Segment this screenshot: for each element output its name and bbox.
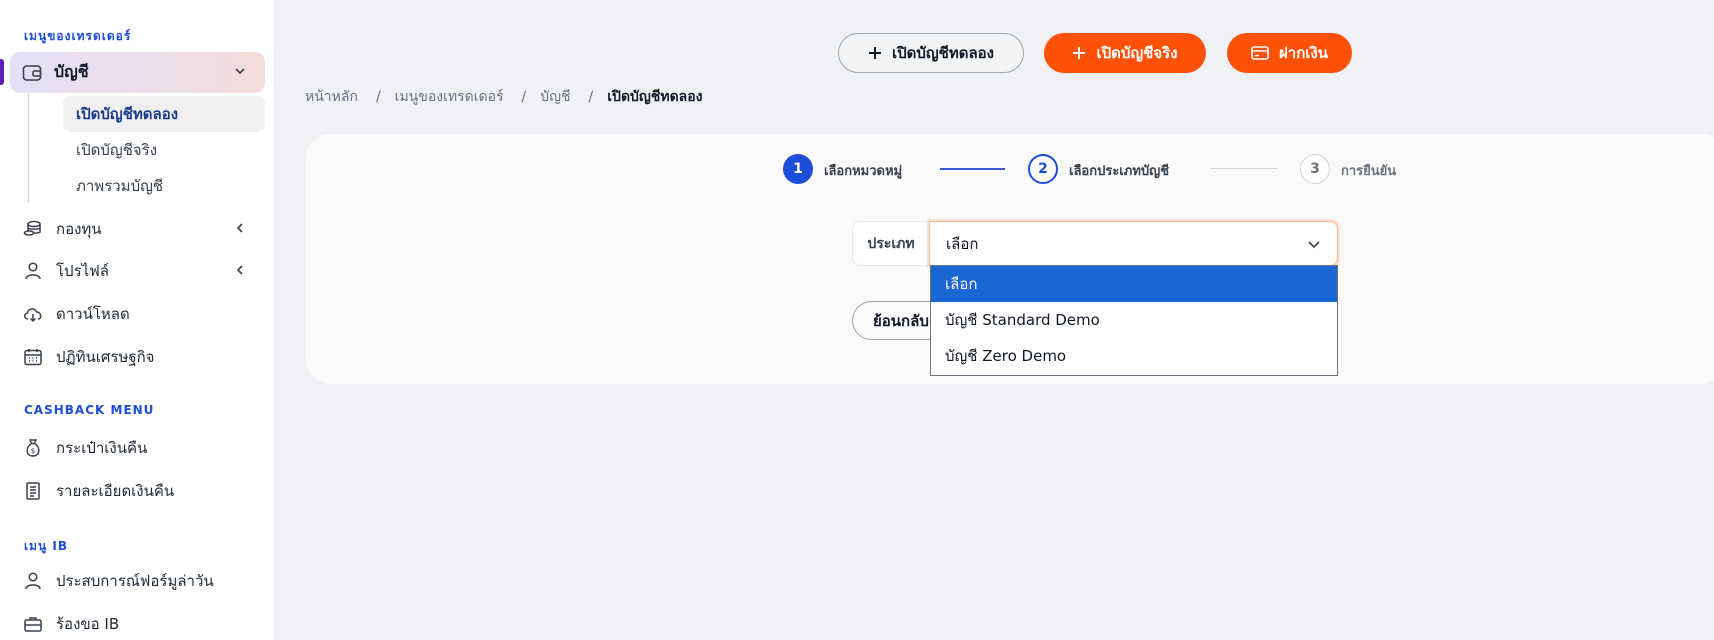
dropdown-option[interactable]: บัญชี Zero Demo (931, 338, 1337, 374)
sidebar-item-profile[interactable]: โปรไฟล์ (22, 255, 267, 287)
chevron-down-icon (1307, 237, 1321, 251)
sidebar-item-label: กองทุน (56, 220, 102, 238)
svg-text:$: $ (31, 447, 35, 455)
sidebar-subitem-open-demo[interactable]: เปิดบัญชีทดลอง (63, 96, 265, 132)
step-1-circle: 1 (783, 154, 813, 184)
sidebar-item-formula-one[interactable]: ประสบการณ์ฟอร์มูล่าวัน (22, 565, 267, 597)
sidebar: เมนูของเทรดเดอร์ บัญชี เปิดบัญชีทดลอง เป… (0, 0, 275, 640)
breadcrumb-home[interactable]: หน้าหลัก (305, 86, 358, 108)
plus-icon (1072, 46, 1086, 60)
cloud-download-icon (22, 303, 44, 325)
money-bag-icon: $ (22, 437, 44, 459)
calendar-icon (22, 346, 44, 368)
step-2-label: เลือกประเภทบัญชี (1069, 164, 1170, 179)
breadcrumb: หน้าหลัก / เมนูของเทรดเดอร์ / บัญชี / เป… (305, 86, 703, 108)
dropdown-option[interactable]: เลือก (931, 266, 1337, 302)
cashback-menu-title: CASHBACK MENU (24, 403, 155, 417)
receipt-icon (22, 480, 44, 502)
breadcrumb-account[interactable]: บัญชี (540, 86, 570, 108)
back-button[interactable]: ย้อนกลับ (852, 301, 942, 340)
step-3-label: การยืนยัน (1341, 164, 1397, 179)
sidebar-item-label: ดาวน์โหลด (56, 305, 130, 323)
coins-icon (22, 218, 44, 240)
deposit-button[interactable]: ฝากเงิน (1227, 33, 1352, 73)
step-3-circle: 3 (1300, 154, 1330, 184)
sidebar-item-cashback-details[interactable]: รายละเอียดเงินคืน (22, 475, 267, 507)
account-type-select[interactable]: เลือก (929, 221, 1338, 266)
sidebar-item-economic-calendar[interactable]: ปฏิทินเศรษฐกิจ (22, 341, 267, 373)
sidebar-subitem-open-real[interactable]: เปิดบัญชีจริง (63, 132, 265, 168)
active-marker (0, 59, 4, 85)
type-label: ประเภท (852, 221, 930, 266)
button-label: เปิดบัญชีจริง (1096, 44, 1178, 62)
chevron-left-icon (233, 221, 247, 235)
trader-menu-title: เมนูของเทรดเดอร์ (24, 29, 132, 43)
briefcase-icon (22, 613, 44, 635)
step-1-label: เลือกหมวดหมู่ (824, 164, 903, 179)
sidebar-item-label: โปรไฟล์ (56, 262, 109, 280)
breadcrumb-trader-menu[interactable]: เมนูของเทรดเดอร์ (395, 86, 504, 108)
account-type-dropdown: เลือก บัญชี Standard Demo บัญชี Zero Dem… (930, 265, 1338, 376)
sidebar-item-cashback-wallet[interactable]: $ กระเป๋าเงินคืน (22, 432, 267, 464)
chevron-down-icon (233, 64, 247, 78)
breadcrumb-separator: / (588, 89, 594, 105)
wallet-icon (22, 64, 42, 82)
dropdown-option[interactable]: บัญชี Standard Demo (931, 302, 1337, 338)
sidebar-item-label: บัญชี (54, 62, 89, 81)
button-label: เปิดบัญชีทดลอง (891, 44, 995, 62)
button-label: ฝากเงิน (1279, 44, 1328, 62)
ib-menu-title: เมนู IB (24, 539, 69, 553)
breadcrumb-separator: / (375, 89, 381, 105)
breadcrumb-current: เปิดบัญชีทดลอง (607, 89, 703, 105)
chevron-left-icon (233, 263, 247, 277)
tree-line (28, 93, 29, 203)
sidebar-item-label: รายละเอียดเงินคืน (56, 482, 175, 500)
sidebar-item-label: กระเป๋าเงินคืน (56, 439, 148, 457)
breadcrumb-separator: / (521, 89, 527, 105)
step-2-circle: 2 (1028, 154, 1058, 184)
select-value: เลือก (946, 234, 979, 253)
sidebar-item-label: ปฏิทินเศรษฐกิจ (56, 348, 155, 366)
user-icon (22, 260, 44, 282)
step-connector (940, 168, 1005, 170)
user-icon (22, 570, 44, 592)
sidebar-item-funds[interactable]: กองทุน (22, 213, 267, 245)
sidebar-item-label: ประสบการณ์ฟอร์มูล่าวัน (56, 572, 214, 590)
step-connector (1210, 168, 1278, 169)
open-real-account-button[interactable]: เปิดบัญชีจริง (1044, 33, 1206, 73)
sidebar-item-download[interactable]: ดาวน์โหลด (22, 298, 267, 330)
sidebar-item-label: ร้องขอ IB (56, 615, 120, 633)
plus-icon (868, 46, 882, 60)
sidebar-subitem-account-overview[interactable]: ภาพรวมบัญชี (63, 168, 265, 204)
card-icon (1251, 46, 1269, 60)
open-demo-account-button[interactable]: เปิดบัญชีทดลอง (838, 33, 1024, 73)
sidebar-item-account[interactable]: บัญชี (10, 52, 265, 93)
sidebar-item-request-ib[interactable]: ร้องขอ IB (22, 608, 267, 640)
